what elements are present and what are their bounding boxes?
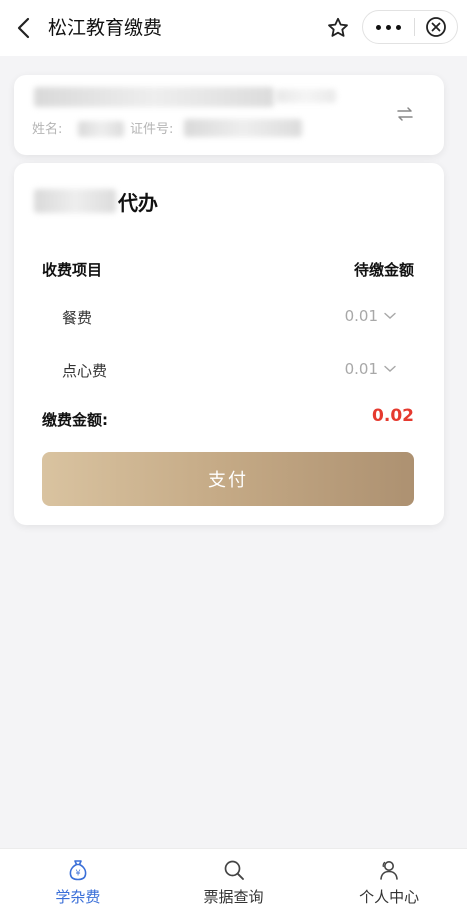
svg-text:¥: ¥ — [75, 869, 80, 878]
fee-item-name: 餐费 — [62, 309, 93, 327]
tab-label: 学杂费 — [55, 888, 101, 906]
user-icon — [376, 857, 402, 883]
fee-item-name: 点心费 — [62, 362, 108, 380]
tab-receipt-query[interactable]: 票据查询 — [156, 849, 312, 914]
page-title: 松江教育缴费 — [48, 17, 163, 39]
blurred-student-name — [78, 121, 124, 137]
bottom-tabbar: ¥ 学杂费 票据查询 个人中心 — [0, 848, 467, 914]
blurred-agent-name — [34, 189, 116, 213]
search-icon — [221, 857, 247, 883]
close-circle-icon[interactable] — [415, 11, 457, 43]
total-value: 0.02 — [372, 406, 414, 426]
tab-label: 票据查询 — [203, 888, 264, 906]
back-arrow-icon[interactable] — [10, 14, 38, 42]
header-due-amount: 待缴金额 — [353, 261, 414, 279]
fee-card: 代办 收费项目 待缴金额 餐费 0.01 点心费 0.01 缴费金额: 0.02… — [14, 163, 444, 525]
id-label: 证件号: — [130, 122, 174, 137]
fee-item-amount[interactable]: 0.01 — [345, 307, 396, 325]
blurred-school-name-tail — [276, 89, 336, 103]
swap-arrows-icon[interactable] — [392, 101, 418, 127]
pay-button[interactable]: 支付 — [42, 452, 414, 506]
capsule-menu — [362, 10, 458, 44]
agent-title: 代办 — [118, 191, 158, 215]
name-label: 姓名: — [32, 122, 63, 137]
chevron-down-icon — [384, 310, 396, 322]
star-icon[interactable] — [322, 12, 354, 44]
total-label: 缴费金额: — [42, 411, 108, 429]
fee-item-amount-value: 0.01 — [344, 307, 378, 325]
student-info-card[interactable]: 姓名: 证件号: — [14, 75, 444, 155]
tab-tuition[interactable]: ¥ 学杂费 — [0, 849, 156, 914]
tab-personal-center[interactable]: 个人中心 — [311, 849, 467, 914]
header-fee-item: 收费项目 — [42, 261, 103, 279]
money-bag-icon: ¥ — [65, 857, 91, 883]
blurred-school-name — [34, 87, 274, 107]
more-dots-icon[interactable] — [363, 11, 414, 43]
tab-label: 个人中心 — [359, 888, 420, 906]
chevron-down-icon — [384, 363, 396, 375]
top-navbar: 松江教育缴费 — [0, 0, 467, 56]
blurred-id-number — [184, 119, 302, 137]
fee-item-amount[interactable]: 0.01 — [345, 360, 396, 378]
fee-item-amount-value: 0.01 — [344, 360, 378, 378]
